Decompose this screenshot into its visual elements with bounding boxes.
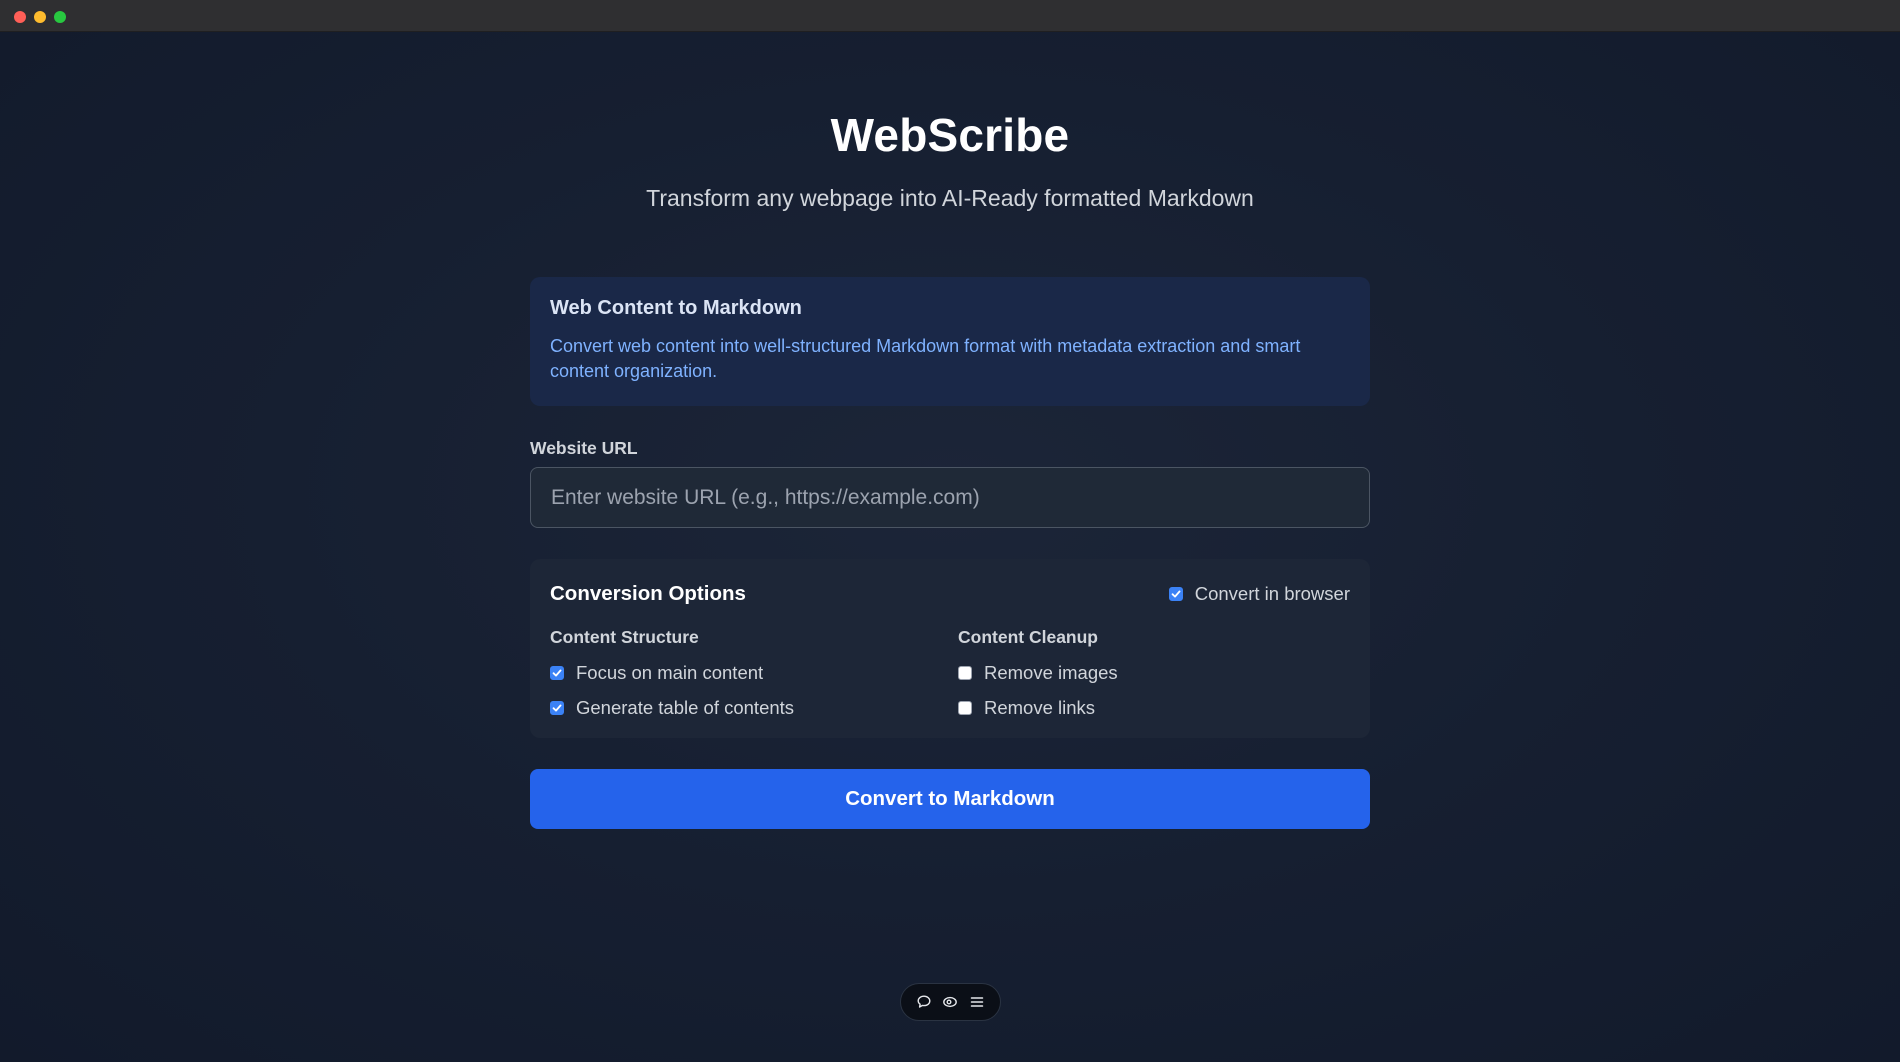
- url-input[interactable]: [530, 467, 1370, 528]
- convert-in-browser-label: Convert in browser: [1194, 583, 1350, 604]
- focus-main-content-checkbox[interactable]: [550, 666, 564, 680]
- info-card-description: Convert web content into well-structured…: [550, 336, 1301, 381]
- chat-bubble-icon[interactable]: [915, 993, 933, 1011]
- remove-images-label: Remove images: [984, 662, 1118, 683]
- maximize-window-button[interactable]: [54, 11, 66, 23]
- remove-links-option[interactable]: Remove links: [958, 697, 1095, 719]
- checkmark-icon: [552, 669, 562, 677]
- generate-toc-label: Generate table of contents: [576, 697, 795, 718]
- info-card-title: Web Content to Markdown: [550, 297, 802, 319]
- convert-in-browser-checkbox[interactable]: [1168, 587, 1183, 601]
- window-titlebar: [0, 0, 1900, 32]
- remove-images-option[interactable]: Remove images: [958, 662, 1118, 684]
- generate-toc-checkbox[interactable]: [550, 701, 564, 715]
- app-title: WebScribe: [830, 109, 1070, 161]
- menu-icon[interactable]: [968, 993, 986, 1011]
- content-structure-title: Content Structure: [550, 627, 699, 647]
- checkmark-icon: [1171, 590, 1181, 598]
- conversion-options-panel: Conversion Options Convert in browser Co…: [530, 559, 1370, 738]
- checkmark-icon: [552, 704, 562, 712]
- close-window-button[interactable]: [14, 11, 26, 23]
- focus-main-content-option[interactable]: Focus on main content: [550, 662, 763, 684]
- convert-in-browser-option[interactable]: Convert in browser: [1168, 583, 1350, 605]
- conversion-options-title: Conversion Options: [550, 582, 746, 605]
- info-card: Web Content to Markdown Convert web cont…: [530, 277, 1370, 406]
- generate-toc-option[interactable]: Generate table of contents: [550, 697, 794, 719]
- remove-images-checkbox[interactable]: [958, 666, 972, 680]
- focus-main-content-label: Focus on main content: [576, 662, 764, 683]
- app-content: WebScribe Transform any webpage into AI-…: [0, 32, 1900, 1062]
- minimize-window-button[interactable]: [34, 11, 46, 23]
- eye-icon[interactable]: [941, 993, 959, 1011]
- floating-toolbar: [900, 983, 1001, 1021]
- content-cleanup-title: Content Cleanup: [958, 627, 1098, 647]
- url-field-label: Website URL: [530, 438, 638, 458]
- remove-links-checkbox[interactable]: [958, 701, 972, 715]
- convert-to-markdown-button[interactable]: Convert to Markdown: [530, 769, 1370, 829]
- remove-links-label: Remove links: [984, 697, 1096, 718]
- app-subtitle: Transform any webpage into AI-Ready form…: [646, 185, 1254, 211]
